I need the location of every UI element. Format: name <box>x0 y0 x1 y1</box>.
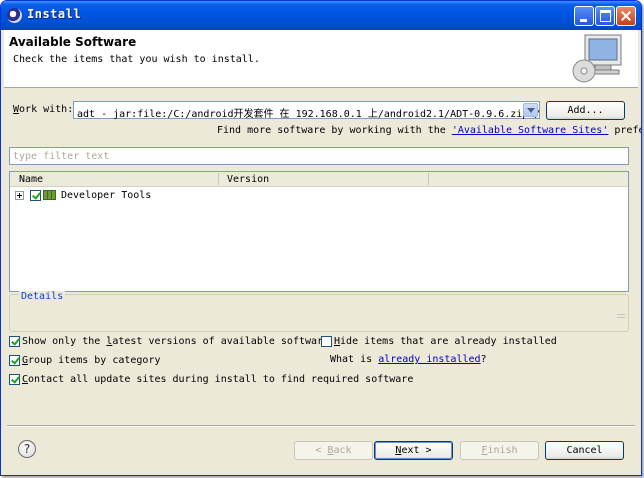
expand-icon[interactable] <box>15 191 24 200</box>
work-with-label: Work with: <box>13 104 74 115</box>
tree-item-developer-tools[interactable]: Developer Tools <box>10 188 628 204</box>
title-bar[interactable]: Install <box>1 1 641 30</box>
find-more-text: Find more software by working with the '… <box>217 125 641 136</box>
contact-sites-checkbox[interactable] <box>9 374 20 385</box>
work-with-value: adt - jar:file:/C:/android开发套件 在 192.168… <box>77 109 541 120</box>
back-button[interactable]: < Back <box>294 441 373 460</box>
tree-item-label: Developer Tools <box>61 190 152 201</box>
wizard-content: Work with: adt - jar:file:/C:/android开发套… <box>4 88 641 473</box>
filter-input[interactable] <box>10 148 628 164</box>
window-title: Install <box>27 7 82 21</box>
hide-installed-checkbox[interactable] <box>321 336 332 347</box>
column-version[interactable]: Version <box>227 174 269 185</box>
show-latest-checkbox[interactable] <box>9 336 20 347</box>
software-tree[interactable]: Name Version Developer Tools <box>9 171 629 292</box>
close-button[interactable] <box>616 6 636 26</box>
chevron-down-icon[interactable] <box>523 103 538 117</box>
page-title: Available Software <box>9 35 137 49</box>
cancel-button[interactable]: Cancel <box>545 441 624 460</box>
install-window: Install Available Software Check the ite… <box>0 0 642 476</box>
finish-button[interactable]: Finish <box>460 441 539 460</box>
add-site-button[interactable]: Add... <box>546 101 625 120</box>
package-icon <box>43 189 57 200</box>
eclipse-icon <box>7 8 22 23</box>
work-with-combo[interactable]: adt - jar:file:/C:/android开发套件 在 192.168… <box>73 101 541 120</box>
help-icon[interactable]: ? <box>18 440 36 458</box>
next-button[interactable]: Next > <box>374 441 453 460</box>
wizard-header: Available Software Check the items that … <box>4 30 638 88</box>
details-legend: Details <box>19 291 66 302</box>
what-is-installed-text: What is already installed? <box>330 354 487 365</box>
tree-header: Name Version <box>10 172 628 187</box>
developer-tools-checkbox[interactable] <box>30 190 41 201</box>
page-subtitle: Check the items that you wish to install… <box>13 54 260 65</box>
filter-field[interactable] <box>9 147 629 165</box>
already-installed-link[interactable]: already installed <box>378 354 480 365</box>
footer-separator <box>7 425 635 427</box>
details-group: Details <box>9 291 629 332</box>
available-software-sites-link[interactable]: 'Available Software Sites' <box>452 125 609 136</box>
maximize-button[interactable] <box>595 6 615 26</box>
install-wizard-icon <box>572 34 622 83</box>
details-grip-icon[interactable] <box>615 311 627 325</box>
group-by-category-checkbox[interactable] <box>9 355 20 366</box>
column-name[interactable]: Name <box>19 174 43 185</box>
minimize-button[interactable] <box>574 6 594 26</box>
